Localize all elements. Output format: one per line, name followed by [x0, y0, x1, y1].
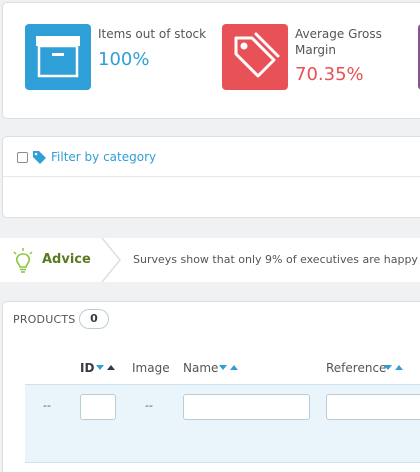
- id-filter-input[interactable]: [80, 394, 116, 420]
- bulk-placeholder: --: [43, 399, 51, 412]
- column-header-image: Image: [132, 361, 170, 375]
- kpi-value: 70.35%: [295, 64, 364, 85]
- products-panel: PRODUCTS 0 ID Image Name Reference -- --: [2, 301, 420, 472]
- column-header-reference[interactable]: Reference: [326, 360, 386, 376]
- filter-panel: Filter by category: [2, 136, 420, 218]
- kpi-title: Items out of stock: [98, 27, 207, 41]
- advice-bar: Advice Surveys show that only 9% of exec…: [0, 238, 420, 282]
- image-placeholder: --: [145, 399, 153, 412]
- sort-arrows-icon[interactable]: [96, 364, 116, 372]
- table-filter-row: -- --: [25, 384, 420, 462]
- table-header-row: ID Image Name Reference: [23, 354, 420, 384]
- kpi-title: Average Gross Margin: [295, 27, 382, 57]
- lightbulb-icon: [13, 248, 33, 273]
- sort-arrows-icon[interactable]: [219, 364, 239, 372]
- filter-by-category-link[interactable]: Filter by category: [51, 149, 156, 165]
- sort-arrows-icon[interactable]: [384, 364, 404, 372]
- archive-box-icon: [25, 24, 91, 90]
- chevron-right-icon: [101, 238, 121, 282]
- advice-text: Surveys show that only 9% of executives …: [133, 253, 420, 266]
- name-filter-input[interactable]: [183, 394, 310, 420]
- filter-header: Filter by category: [3, 137, 420, 177]
- filter-by-category-checkbox[interactable]: [17, 152, 28, 163]
- products-title: PRODUCTS: [13, 313, 76, 326]
- advice-title: Advice: [42, 252, 91, 267]
- divider: [25, 462, 420, 463]
- column-header-id[interactable]: ID: [80, 360, 94, 376]
- price-tag-icon: [222, 24, 288, 90]
- kpi-panel: Items out of stock 100% Average Gross Ma…: [2, 2, 420, 119]
- kpi-value: 100%: [98, 49, 150, 70]
- column-header-name[interactable]: Name: [183, 360, 218, 376]
- products-count-badge: 0: [79, 309, 109, 329]
- reference-filter-input[interactable]: [326, 394, 420, 420]
- tag-icon: [33, 151, 46, 164]
